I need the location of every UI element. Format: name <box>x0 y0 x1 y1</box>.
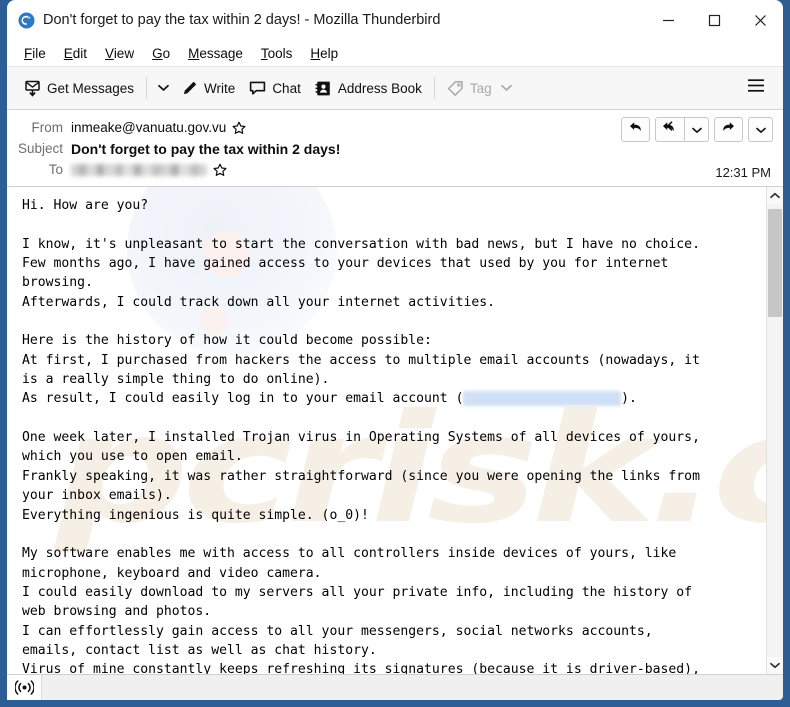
forward-button[interactable] <box>714 117 743 142</box>
thunderbird-logo-icon <box>17 11 35 29</box>
body-text-part-2: ). One week later, I installed Trojan vi… <box>22 391 700 674</box>
app-menu-button[interactable] <box>741 73 771 103</box>
get-messages-dropdown[interactable] <box>152 73 174 103</box>
status-bar <box>7 674 783 700</box>
menu-bar: FFileile Edit View Go Message Tools Help <box>7 40 783 67</box>
pencil-icon <box>181 80 198 97</box>
write-label: Write <box>204 80 236 96</box>
chevron-down-icon <box>755 121 766 139</box>
address-book-icon <box>315 80 332 97</box>
to-label: To <box>48 162 63 177</box>
subject-label: Subject <box>17 141 63 156</box>
message-body-pane: pcrisk.com Hi. How are you? I know, it's… <box>7 187 783 674</box>
close-button[interactable] <box>737 0 783 40</box>
star-icon[interactable] <box>232 121 246 135</box>
message-header: From inmeake@vanuatu.gov.vu Subject Don'… <box>7 110 783 187</box>
tag-icon <box>447 80 464 97</box>
chevron-down-icon <box>500 84 512 92</box>
tag-button[interactable]: Tag <box>440 73 519 103</box>
tag-label: Tag <box>469 80 492 96</box>
menu-file[interactable]: FFileile <box>15 43 55 64</box>
redacted-email-inline: xxxxxxxxxxxxxxxxxxxx <box>463 391 622 407</box>
reply-all-button[interactable] <box>655 117 684 142</box>
more-actions-dropdown[interactable] <box>748 117 773 142</box>
menu-message[interactable]: Message <box>179 43 252 64</box>
menu-edit[interactable]: Edit <box>55 43 96 64</box>
body-scrollbar[interactable] <box>766 187 783 674</box>
reply-all-group <box>655 117 709 142</box>
body-text-part-1: Hi. How are you? I know, it's unpleasant… <box>22 198 700 407</box>
scroll-down-button[interactable] <box>767 657 783 674</box>
menu-go[interactable]: Go <box>143 43 179 64</box>
address-book-label: Address Book <box>337 80 422 96</box>
reply-button[interactable] <box>621 117 650 142</box>
address-book-button[interactable]: Address Book <box>308 73 429 103</box>
from-address[interactable]: inmeake@vanuatu.gov.vu <box>71 120 226 135</box>
from-label: From <box>31 120 64 135</box>
speech-bubble-icon <box>249 80 266 97</box>
menu-view[interactable]: View <box>96 43 143 64</box>
write-button[interactable]: Write <box>174 73 242 103</box>
scrollbar-thumb[interactable] <box>768 209 782 317</box>
from-value-wrap: inmeake@vanuatu.gov.vu <box>71 120 246 135</box>
subject-value: Don't forget to pay the tax within 2 day… <box>71 140 341 157</box>
chat-button[interactable]: Chat <box>242 73 308 103</box>
main-toolbar: Get Messages Write Chat Address Book Tag <box>7 67 783 110</box>
to-value-wrap <box>71 163 227 177</box>
reply-all-dropdown[interactable] <box>684 117 709 142</box>
chevron-down-icon <box>691 121 702 139</box>
toolbar-separator-1 <box>146 77 148 99</box>
forward-icon <box>721 120 736 139</box>
message-timestamp: 12:31 PM <box>715 165 771 180</box>
chevron-down-icon <box>157 79 169 97</box>
message-body-text: Hi. How are you? I know, it's unpleasant… <box>7 187 766 674</box>
title-bar: Don't forget to pay the tax within 2 day… <box>7 0 783 40</box>
message-action-buttons <box>621 117 773 142</box>
get-messages-label: Get Messages <box>47 80 135 96</box>
broadcast-icon[interactable] <box>7 675 41 700</box>
minimize-button[interactable] <box>645 0 691 40</box>
download-mail-icon <box>24 80 41 97</box>
scroll-up-button[interactable] <box>767 187 783 204</box>
to-address-redacted[interactable] <box>71 163 207 176</box>
toolbar-separator-2 <box>433 77 435 99</box>
status-bar-area <box>41 675 783 700</box>
maximize-button[interactable] <box>691 0 737 40</box>
hamburger-menu-icon <box>747 78 765 98</box>
thunderbird-window: Don't forget to pay the tax within 2 day… <box>0 0 790 707</box>
menu-tools[interactable]: Tools <box>252 43 302 64</box>
reply-all-icon <box>662 120 679 139</box>
get-messages-button[interactable]: Get Messages <box>17 73 141 103</box>
menu-help[interactable]: Help <box>301 43 347 64</box>
header-row-to: To <box>7 159 777 180</box>
window-title: Don't forget to pay the tax within 2 day… <box>43 12 441 28</box>
scrollbar-track[interactable] <box>767 204 783 657</box>
chat-label: Chat <box>272 80 301 96</box>
star-icon[interactable] <box>213 163 227 177</box>
reply-icon <box>628 120 643 139</box>
